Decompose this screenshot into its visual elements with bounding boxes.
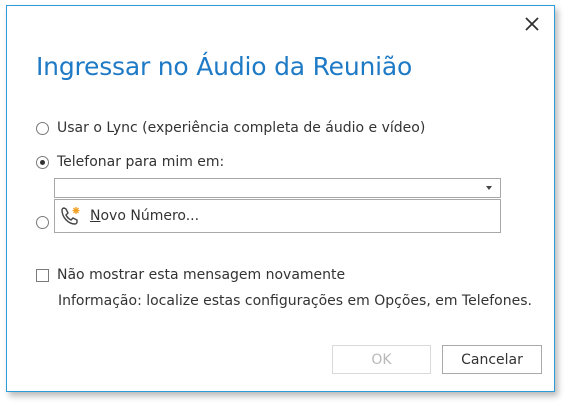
new-number-option[interactable]: Novo Número... xyxy=(90,208,199,224)
dont-show-again-checkbox[interactable] xyxy=(36,268,49,282)
info-text: Informação: localize estas configurações… xyxy=(58,293,532,309)
radio-button[interactable] xyxy=(36,121,49,135)
chevron-down-icon[interactable] xyxy=(486,186,492,190)
radio-other-partially-hidden[interactable] xyxy=(36,216,49,229)
radio-use-lync[interactable]: Usar o Lync (experiência completa de áud… xyxy=(36,120,425,136)
radio-call-me[interactable]: Telefonar para mim em: xyxy=(36,154,224,170)
radio-use-lync-label: Usar o Lync (experiência completa de áud… xyxy=(57,120,426,136)
cancel-button[interactable]: Cancelar xyxy=(442,345,542,374)
join-audio-dialog: Ingressar no Áudio da Reunião Usar o Lyn… xyxy=(6,5,555,392)
radio-call-me-label: Telefonar para mim em: xyxy=(57,154,225,170)
radio-button-selected[interactable] xyxy=(36,155,49,169)
dont-show-again-row[interactable]: Não mostrar esta mensagem novamente xyxy=(36,267,345,283)
phone-number-combobox[interactable] xyxy=(54,178,501,198)
dont-show-again-label: Não mostrar esta mensagem novamente xyxy=(57,267,346,283)
close-icon[interactable] xyxy=(522,14,542,34)
dialog-title: Ingressar no Áudio da Reunião xyxy=(36,52,413,81)
phone-add-icon xyxy=(61,207,80,225)
ok-button[interactable]: OK xyxy=(332,345,431,374)
phone-dropdown-list: Novo Número... xyxy=(54,199,501,233)
